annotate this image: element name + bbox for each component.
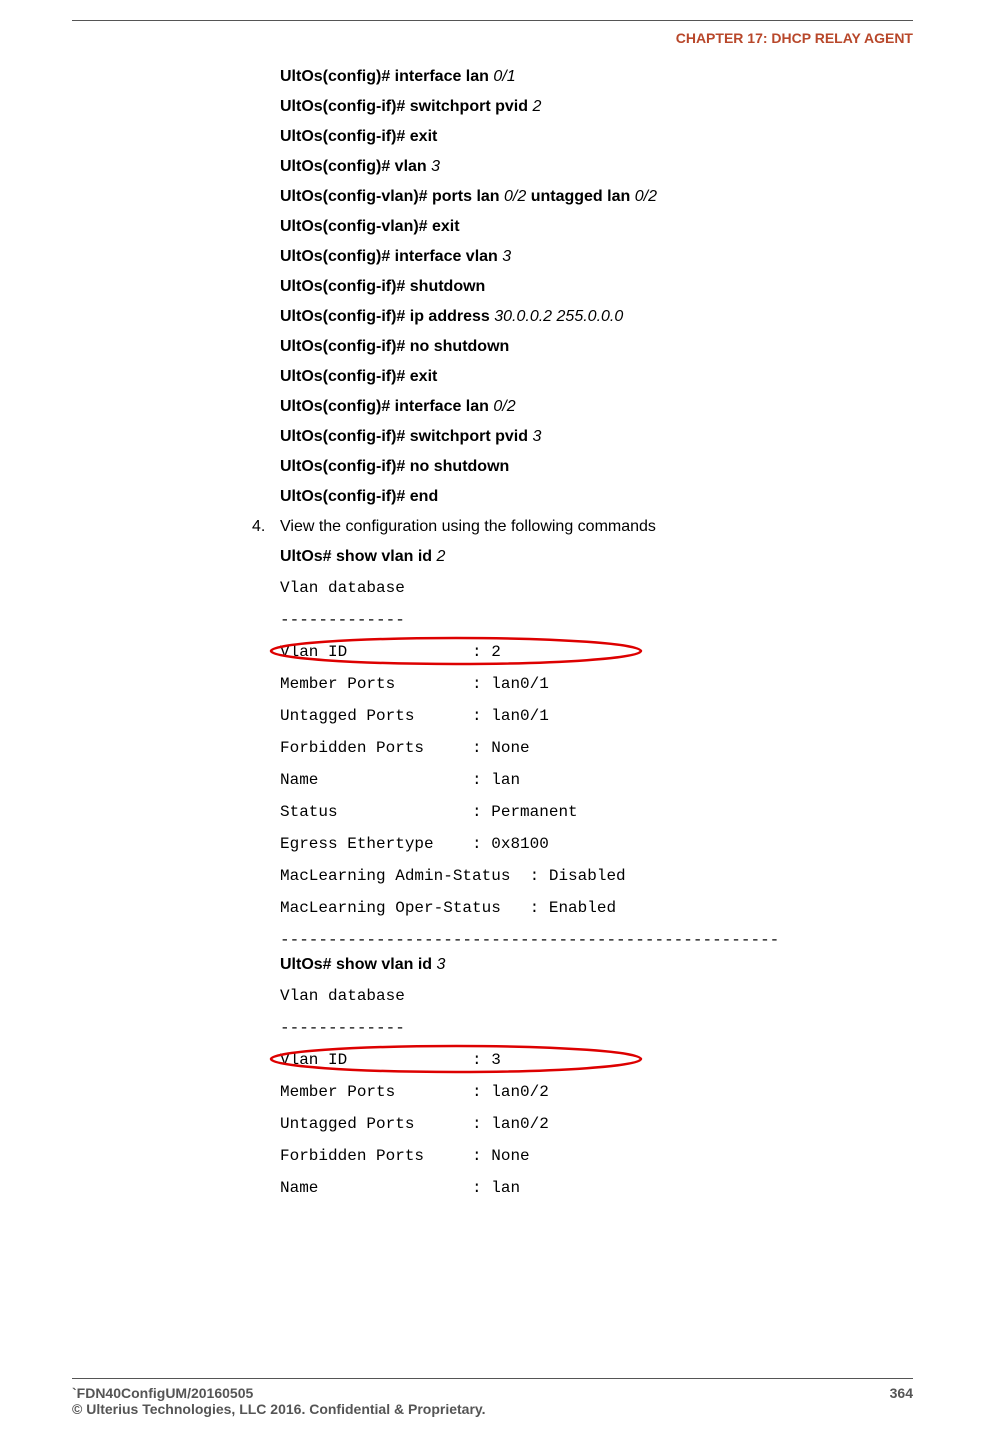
footer-page-number: 364 <box>890 1385 913 1401</box>
config-line-arg: 3 <box>502 248 511 265</box>
config-line-arg: 0/2 <box>493 398 515 415</box>
config-line-prefix: UltOs(config)# interface vlan <box>280 248 502 265</box>
config-line-prefix: UltOs(config-if)# shutdown <box>280 278 485 295</box>
config-line-prefix: UltOs(config)# interface lan <box>280 68 493 85</box>
config-line-arg: 2 <box>532 98 541 115</box>
config-line-prefix: UltOs(config)# vlan <box>280 158 431 175</box>
step-4: 4.View the configuration using the follo… <box>252 518 925 536</box>
output-2-vlanid-highlight: Vlan ID : 3 <box>280 1044 501 1076</box>
config-line-prefix: UltOs(config-if)# exit <box>280 368 437 385</box>
step-text: View the configuration using the followi… <box>280 518 656 535</box>
config-line-prefix: UltOs(config-vlan)# exit <box>280 218 460 235</box>
chapter-header: CHAPTER 17: DHCP RELAY AGENT <box>676 30 913 46</box>
config-line: UltOs(config)# interface vlan 3 <box>280 248 925 266</box>
output-1-header: Vlan database <box>280 572 925 604</box>
config-line: UltOs(config-vlan)# ports lan 0/2 untagg… <box>280 188 925 206</box>
config-line-prefix: UltOs(config-if)# end <box>280 488 438 505</box>
output-1-vlanid-highlight: Vlan ID : 2 <box>280 636 501 668</box>
config-line: UltOs(config-vlan)# exit <box>280 218 925 236</box>
footer-doc-id: `FDN40ConfigUM/20160505 <box>72 1385 253 1401</box>
config-line: UltOs(config)# interface lan 0/2 <box>280 398 925 416</box>
config-line: UltOs(config-if)# switchport pvid 3 <box>280 428 925 446</box>
config-line-prefix: UltOs(config-vlan)# ports lan <box>280 188 504 205</box>
show-cmd-1: UltOs# show vlan id 2 <box>280 548 925 566</box>
config-line-arg: 3 <box>431 158 440 175</box>
output-2-sep: ------------- <box>280 1012 925 1044</box>
show-cmd-2: UltOs# show vlan id 3 <box>280 956 925 974</box>
footer-copyright: © Ulterius Technologies, LLC 2016. Confi… <box>72 1401 913 1417</box>
footer: `FDN40ConfigUM/20160505 364 © Ulterius T… <box>72 1378 913 1417</box>
config-line: UltOs(config-if)# exit <box>280 368 925 386</box>
config-line: UltOs(config-if)# no shutdown <box>280 338 925 356</box>
config-line: UltOs(config-if)# shutdown <box>280 278 925 296</box>
config-line-prefix: UltOs(config-if)# switchport pvid <box>280 428 532 445</box>
config-line: UltOs(config)# interface lan 0/1 <box>280 68 925 86</box>
config-line-arg2: 0/2 <box>635 188 657 205</box>
config-line: UltOs(config-if)# ip address 30.0.0.2 25… <box>280 308 925 326</box>
config-line-prefix: UltOs(config)# interface lan <box>280 398 493 415</box>
config-line: UltOs(config-if)# end <box>280 488 925 506</box>
config-line-prefix: UltOs(config-if)# ip address <box>280 308 494 325</box>
config-commands: UltOs(config)# interface lan 0/1UltOs(co… <box>280 68 925 506</box>
config-line: UltOs(config-if)# exit <box>280 128 925 146</box>
config-line-prefix: UltOs(config-if)# exit <box>280 128 437 145</box>
config-line-prefix: UltOs(config-if)# no shutdown <box>280 338 509 355</box>
config-line-arg: 0/1 <box>493 68 515 85</box>
show-cmd-1-prefix: UltOs# show vlan id <box>280 548 436 565</box>
output-1-rest: Member Ports : lan0/1 Untagged Ports : l… <box>280 668 925 956</box>
header-rule <box>72 20 913 21</box>
step-number: 4. <box>252 518 280 536</box>
output-2-rest: Member Ports : lan0/2 Untagged Ports : l… <box>280 1076 925 1204</box>
config-line-arg: 30.0.0.2 255.0.0.0 <box>494 308 623 325</box>
main-content: UltOs(config)# interface lan 0/1UltOs(co… <box>280 68 925 1204</box>
output-2-vlanid: Vlan ID : 3 <box>280 1044 501 1076</box>
show-cmd-2-prefix: UltOs# show vlan id <box>280 956 436 973</box>
show-cmd-1-arg: 2 <box>436 548 445 565</box>
output-1-vlanid: Vlan ID : 2 <box>280 636 501 668</box>
show-cmd-2-arg: 3 <box>436 956 445 973</box>
config-line-prefix: UltOs(config-if)# no shutdown <box>280 458 509 475</box>
config-line-suffix: untagged lan <box>526 188 634 205</box>
config-line: UltOs(config)# vlan 3 <box>280 158 925 176</box>
config-line-prefix: UltOs(config-if)# switchport pvid <box>280 98 532 115</box>
output-1-sep: ------------- <box>280 604 925 636</box>
config-line: UltOs(config-if)# no shutdown <box>280 458 925 476</box>
config-line-arg: 0/2 <box>504 188 526 205</box>
config-line: UltOs(config-if)# switchport pvid 2 <box>280 98 925 116</box>
config-line-arg: 3 <box>532 428 541 445</box>
output-2-header: Vlan database <box>280 980 925 1012</box>
